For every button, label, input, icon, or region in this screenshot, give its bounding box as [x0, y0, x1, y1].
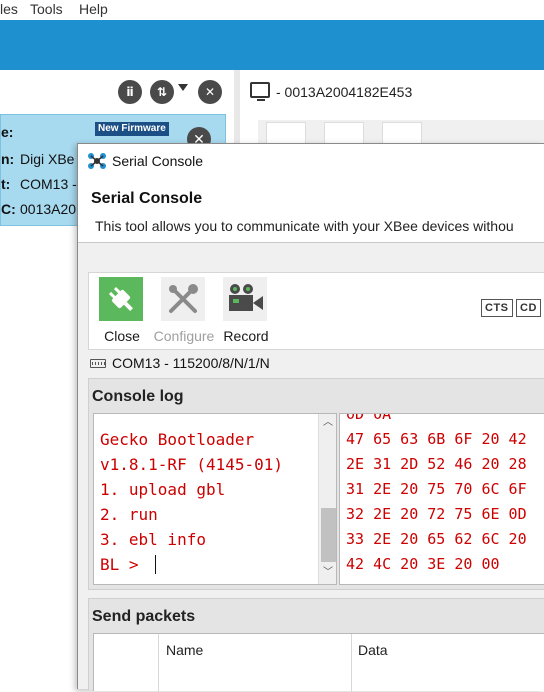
- info-icon[interactable]: ⅱ: [118, 80, 142, 104]
- console-line: v1.8.1-RF (4145-01): [100, 455, 284, 474]
- console-log-title: Console log: [92, 388, 184, 405]
- text-cursor: [155, 555, 156, 574]
- hex-line: 47 65 63 6B 6F 20 42: [346, 430, 527, 448]
- record-button-label: Record: [223, 328, 269, 344]
- console-hex-area[interactable]: 0D 0A 47 65 63 6B 6F 20 42 2E 31 2D 52 4…: [339, 413, 544, 585]
- dialog-titlebar[interactable]: Serial Console: [78, 144, 544, 176]
- new-firmware-badge[interactable]: New Firmware: [95, 122, 169, 136]
- console-line: Gecko Bootloader: [100, 430, 255, 449]
- device-name: Digi XBe: [20, 151, 75, 167]
- port-settings-text: COM13 - 115200/8/N/1/N: [112, 355, 270, 371]
- console-tab-header: - 0013A2004182E453: [240, 70, 544, 116]
- menubar: les Tools Help: [0, 0, 544, 20]
- scroll-down-icon[interactable]: ﹀: [323, 568, 333, 578]
- hex-line: 2E 31 2D 52 46 20 28: [346, 455, 527, 473]
- hex-line: 31 2E 20 75 70 6C 6F: [346, 480, 527, 498]
- close-connection-button[interactable]: Close: [91, 277, 153, 347]
- menu-tools[interactable]: Tools: [30, 1, 63, 17]
- configure-button-label: Configure: [153, 328, 215, 344]
- device-field-label: e:: [1, 124, 14, 140]
- configure-button[interactable]: Configure: [153, 277, 215, 347]
- send-packets-title: Send packets: [92, 608, 196, 625]
- dialog-banner: Serial Console This tool allows you to c…: [78, 176, 544, 242]
- hex-line: 32 2E 20 72 75 6E 0D: [346, 505, 527, 523]
- console-line: 2. run: [100, 505, 158, 524]
- column-divider: [351, 634, 352, 692]
- column-header-data[interactable]: Data: [358, 642, 388, 658]
- hex-line: 33 2E 20 65 62 6C 20: [346, 530, 527, 548]
- devices-toolbar: ⅱ ⇅ ✕: [0, 70, 234, 114]
- sort-icon[interactable]: ⇅: [150, 80, 174, 104]
- hex-line: 0D 0A: [346, 413, 392, 423]
- chevron-down-icon[interactable]: [178, 84, 188, 91]
- packets-table[interactable]: Name Data: [93, 633, 544, 692]
- device-port: COM13 -: [20, 176, 77, 192]
- cd-indicator: CD: [516, 299, 541, 317]
- close-icon[interactable]: ✕: [198, 80, 222, 104]
- console-log-panel: Console log Gecko Bootloader v1.8.1-RF (…: [88, 378, 544, 590]
- send-packets-panel: Send packets Name Data: [88, 598, 544, 692]
- close-button-label: Close: [104, 328, 140, 344]
- plug-disconnect-icon: [99, 277, 143, 321]
- video-camera-icon: [223, 277, 267, 321]
- app-header-bar: [0, 20, 544, 70]
- console-toolbar: Close Configure Record CTS CD: [88, 272, 544, 350]
- console-prompt: BL >: [100, 555, 149, 574]
- hex-line: 42 4C 20 3E 20 00: [346, 555, 500, 573]
- xctu-app-icon: [88, 153, 106, 169]
- record-button[interactable]: Record: [215, 277, 277, 347]
- console-scrollbar[interactable]: ︿ ﹀: [318, 414, 336, 584]
- tools-icon: [161, 277, 205, 321]
- scroll-thumb[interactable]: [321, 508, 336, 562]
- dialog-description: This tool allows you to communicate with…: [95, 218, 514, 234]
- device-address: - 0013A2004182E453: [276, 84, 413, 100]
- device-mac: 0013A20: [20, 201, 77, 217]
- serial-port-icon: [90, 359, 106, 368]
- console-text-area[interactable]: Gecko Bootloader v1.8.1-RF (4145-01) 1. …: [93, 413, 337, 585]
- device-field-label: t:: [1, 176, 11, 192]
- serial-console-dialog: Serial Console Serial Console This tool …: [77, 143, 544, 692]
- column-header-name[interactable]: Name: [166, 642, 203, 658]
- console-line: 3. ebl info: [100, 530, 206, 549]
- column-divider: [158, 634, 159, 692]
- device-field-label: n:: [1, 151, 15, 167]
- menu-file[interactable]: les: [0, 1, 18, 17]
- scroll-up-icon[interactable]: ︿: [323, 418, 333, 428]
- dialog-window-title: Serial Console: [112, 153, 204, 169]
- console-line: 1. upload gbl: [100, 480, 226, 499]
- menu-help[interactable]: Help: [79, 1, 108, 17]
- device-field-label: C:: [1, 201, 16, 217]
- cts-indicator: CTS: [481, 299, 513, 317]
- dialog-heading: Serial Console: [91, 190, 203, 207]
- divider: [78, 242, 544, 243]
- monitor-icon: [250, 82, 270, 101]
